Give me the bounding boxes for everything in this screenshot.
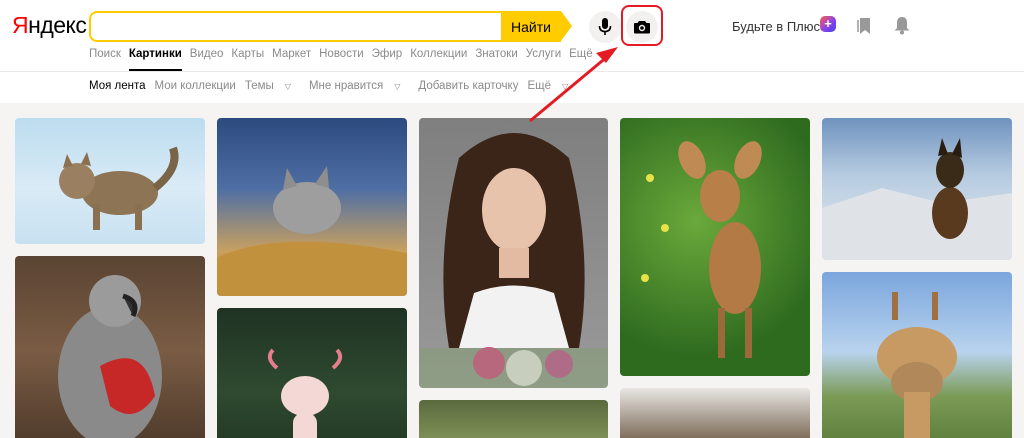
- search-input[interactable]: [89, 11, 503, 42]
- image-tile-kitten[interactable]: [217, 118, 407, 296]
- camera-highlight-box: [621, 5, 663, 46]
- service-market[interactable]: Маркет: [272, 48, 311, 60]
- image-tile-parrot[interactable]: [15, 256, 205, 438]
- plus-badge-icon: +: [820, 16, 836, 32]
- service-collections[interactable]: Коллекции: [410, 48, 467, 60]
- cat-image: [59, 146, 179, 230]
- image-tile-dog[interactable]: [822, 118, 1012, 260]
- voice-search-button[interactable]: [589, 11, 621, 43]
- axolotl-image: [267, 348, 343, 438]
- subnav-add-card[interactable]: Добавить карточку: [418, 80, 518, 92]
- chevron-down-icon: ▽: [284, 82, 291, 91]
- image-tile-cat[interactable]: [15, 118, 205, 244]
- services-nav: Поиск Картинки Видео Карты Маркет Новост…: [89, 48, 601, 71]
- service-news[interactable]: Новости: [319, 48, 364, 60]
- subnav-themes-dropdown[interactable]: Темы ▽: [245, 80, 300, 92]
- image-feed: [0, 103, 1024, 438]
- images-subnav: Моя лента Мои коллекции Темы ▽ Мне нравит…: [89, 80, 586, 92]
- service-more[interactable]: Ещё: [569, 48, 593, 60]
- fawn-image: [641, 141, 762, 358]
- kitten-image: [217, 166, 407, 296]
- notifications-bell-icon[interactable]: [893, 16, 911, 40]
- service-images[interactable]: Картинки: [128, 48, 182, 71]
- search-bar: Найти: [89, 11, 574, 42]
- subnav-likes-dropdown[interactable]: Мне нравится ▽: [309, 80, 409, 92]
- giraffe-image: [877, 292, 957, 438]
- search-button[interactable]: Найти: [501, 11, 561, 42]
- image-tile-giraffe[interactable]: [822, 272, 1012, 438]
- service-uslugi[interactable]: Услуги: [526, 48, 561, 60]
- image-tile-nest[interactable]: [620, 388, 810, 438]
- chevron-down-icon: ▽: [394, 82, 401, 91]
- subnav-my-collections[interactable]: Мои коллекции: [155, 80, 236, 92]
- chevron-down-icon: ▽: [561, 82, 569, 91]
- subnav-likes-label: Мне нравится: [308, 80, 384, 92]
- microphone-icon: [598, 18, 612, 35]
- plus-promo-link[interactable]: Будьте в Плюсе: [732, 19, 827, 34]
- subnav-more-label: Ещё: [527, 80, 551, 92]
- image-tile-woman[interactable]: [419, 118, 608, 388]
- service-efir[interactable]: Эфир: [372, 48, 403, 60]
- subnav-themes-label: Темы: [244, 80, 274, 92]
- service-znatoki[interactable]: Знатоки: [475, 48, 517, 60]
- image-tile-fawn[interactable]: [620, 118, 810, 376]
- dog-image: [822, 138, 1012, 260]
- woman-portrait-image: [419, 133, 608, 388]
- search-button-arrow: [561, 11, 572, 41]
- service-maps[interactable]: Карты: [231, 48, 264, 60]
- service-search[interactable]: Поиск: [89, 48, 121, 60]
- subnav-more-dropdown[interactable]: Ещё ▽: [527, 80, 577, 92]
- yandex-logo[interactable]: Яндекс: [12, 12, 87, 39]
- subnav-my-feed[interactable]: Моя лента: [89, 80, 146, 92]
- header-divider: [0, 71, 1024, 72]
- collections-icon[interactable]: [857, 17, 873, 40]
- image-tile-axolotl[interactable]: [217, 308, 407, 438]
- parrot-image: [58, 275, 162, 438]
- service-video[interactable]: Видео: [190, 48, 224, 60]
- image-tile-bird[interactable]: [419, 400, 608, 438]
